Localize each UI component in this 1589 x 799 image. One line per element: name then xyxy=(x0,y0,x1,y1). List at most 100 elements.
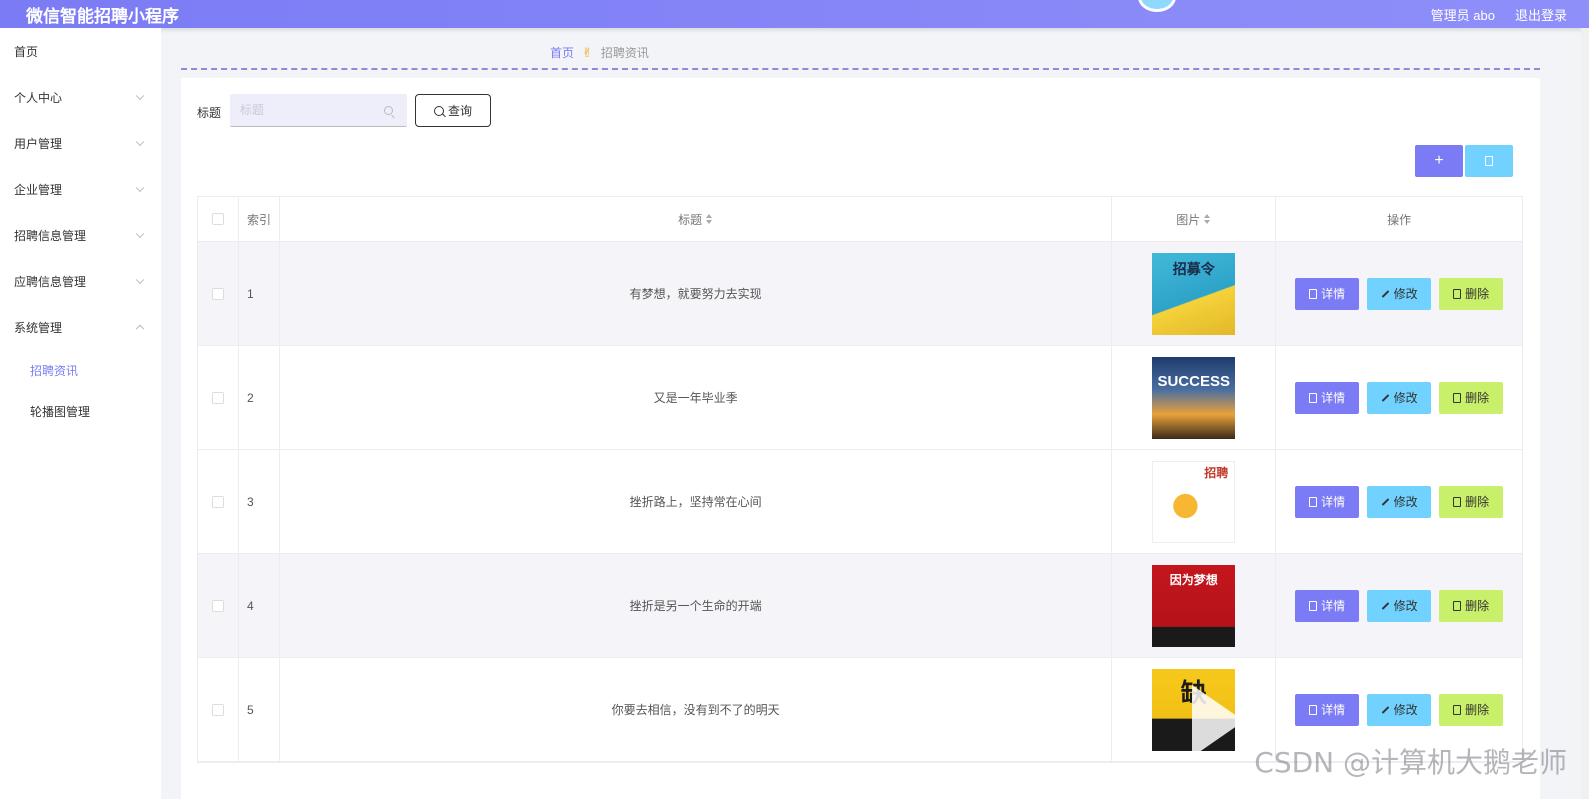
delete-button[interactable]: 删除 xyxy=(1439,277,1504,310)
main-area: 首页 ✌ 招聘资讯 标题 查询 + 索引 标题 图片 操作 xyxy=(181,28,1540,799)
row-title: 你要去相信，没有到不了的明天 xyxy=(611,703,780,717)
news-table: 索引 标题 图片 操作 1 有梦想，就要努力去实现 招募令 详情 修改 删除 2… xyxy=(197,196,1523,763)
trash-icon xyxy=(1453,496,1462,507)
table-row: 1 有梦想，就要努力去实现 招募令 详情 修改 删除 xyxy=(198,242,1522,346)
edit-label: 修改 xyxy=(1393,495,1418,509)
row-thumbnail[interactable]: 因为梦想 xyxy=(1152,564,1236,647)
search-icon xyxy=(433,105,444,116)
thumbnail-caption: SUCCESS xyxy=(1157,372,1230,390)
row-thumbnail[interactable]: SUCCESS xyxy=(1152,356,1236,439)
sidebar-item-job-info[interactable]: 招聘信息管理 xyxy=(0,212,161,258)
sidebar-item-users[interactable]: 用户管理 xyxy=(0,120,161,166)
table-row: 3 挫折路上，坚持常在心间 招聘 详情 修改 删除 xyxy=(198,450,1522,554)
detail-label: 详情 xyxy=(1321,287,1346,301)
chevron-down-icon xyxy=(135,275,145,285)
edit-label: 修改 xyxy=(1393,391,1418,405)
sidebar-item-label: 应聘信息管理 xyxy=(14,274,87,289)
edit-button[interactable]: 修改 xyxy=(1367,485,1432,518)
edit-button[interactable]: 修改 xyxy=(1367,381,1432,414)
sidebar-item-applications[interactable]: 应聘信息管理 xyxy=(0,258,161,304)
sidebar-item-profile[interactable]: 个人中心 xyxy=(0,74,161,120)
trash-icon xyxy=(1453,288,1462,299)
edit-label: 修改 xyxy=(1393,703,1418,717)
delete-button[interactable]: 删除 xyxy=(1439,485,1504,518)
hand-icon: ✌ xyxy=(582,44,593,60)
query-button-label: 查询 xyxy=(447,104,472,118)
detail-button[interactable]: 详情 xyxy=(1295,381,1360,414)
delete-button[interactable]: 删除 xyxy=(1439,589,1504,622)
edit-button[interactable]: 修改 xyxy=(1367,277,1432,310)
edit-button[interactable]: 修改 xyxy=(1367,693,1432,726)
row-index: 4 xyxy=(246,598,254,613)
row-thumbnail[interactable]: 招募令 xyxy=(1152,252,1236,335)
row-checkbox[interactable] xyxy=(211,287,224,300)
plus-icon: + xyxy=(1434,152,1444,169)
row-title: 挫折路上，坚持常在心间 xyxy=(629,495,762,509)
top-header: 微信智能招聘小程序 管理员 abo 退出登录 xyxy=(0,0,1589,28)
edit-button[interactable]: 修改 xyxy=(1367,589,1432,622)
edit-label: 修改 xyxy=(1393,287,1418,301)
pen-icon xyxy=(1381,289,1389,298)
app-title: 微信智能招聘小程序 xyxy=(26,6,179,26)
header-title[interactable]: 标题 xyxy=(678,211,702,228)
add-button[interactable]: + xyxy=(1415,145,1463,177)
scrollbar[interactable] xyxy=(1581,28,1589,799)
detail-button[interactable]: 详情 xyxy=(1295,485,1360,518)
delete-label: 删除 xyxy=(1465,391,1490,405)
breadcrumb: 首页 ✌ 招聘资讯 xyxy=(550,44,649,61)
sidebar-subitem-carousel[interactable]: 轮播图管理 xyxy=(0,391,161,432)
row-checkbox[interactable] xyxy=(211,391,224,404)
chevron-down-icon xyxy=(135,91,145,101)
row-checkbox[interactable] xyxy=(211,703,224,716)
logout-link[interactable]: 退出登录 xyxy=(1515,5,1567,24)
search-input[interactable] xyxy=(240,103,380,117)
header-picture[interactable]: 图片 xyxy=(1176,211,1200,228)
sidebar-item-home[interactable]: 首页 xyxy=(0,28,161,74)
search-label: 标题 xyxy=(197,106,222,120)
row-index: 5 xyxy=(246,702,254,717)
delete-label: 删除 xyxy=(1465,287,1490,301)
trash-icon xyxy=(1453,392,1462,403)
sidebar-subitem-label: 轮播图管理 xyxy=(30,405,91,419)
pen-icon xyxy=(1381,601,1389,610)
detail-label: 详情 xyxy=(1321,391,1346,405)
row-title: 又是一年毕业季 xyxy=(653,391,738,405)
sort-icon[interactable] xyxy=(1204,214,1211,224)
delete-button[interactable]: 删除 xyxy=(1439,693,1504,726)
sidebar-item-label: 系统管理 xyxy=(14,320,63,335)
query-button[interactable]: 查询 xyxy=(415,94,491,127)
delete-button[interactable]: 删除 xyxy=(1439,381,1504,414)
admin-username: 管理员 abo xyxy=(1430,7,1495,23)
row-checkbox[interactable] xyxy=(211,495,224,508)
edit-label: 修改 xyxy=(1393,599,1418,613)
detail-button[interactable]: 详情 xyxy=(1295,693,1360,726)
detail-button[interactable]: 详情 xyxy=(1295,589,1360,622)
play-icon xyxy=(1192,685,1244,757)
pen-icon xyxy=(1381,705,1389,714)
breadcrumb-current: 招聘资讯 xyxy=(600,46,649,60)
thumbnail-caption: 因为梦想 xyxy=(1169,572,1218,587)
sidebar-item-label: 企业管理 xyxy=(14,182,63,197)
header-actions: 管理员 abo 退出登录 xyxy=(1431,5,1567,24)
detail-button[interactable]: 详情 xyxy=(1295,277,1360,310)
document-icon xyxy=(1309,288,1318,299)
sidebar-subitem-news[interactable]: 招聘资讯 xyxy=(0,350,161,391)
row-index: 3 xyxy=(246,494,254,509)
sort-icon[interactable] xyxy=(706,214,713,224)
row-index: 2 xyxy=(246,390,254,405)
row-thumbnail[interactable]: 招聘 xyxy=(1152,460,1236,543)
document-icon xyxy=(1309,600,1318,611)
row-checkbox[interactable] xyxy=(211,599,224,612)
chevron-down-icon xyxy=(135,229,145,239)
select-all-checkbox[interactable] xyxy=(211,213,224,225)
sidebar-item-companies[interactable]: 企业管理 xyxy=(0,166,161,212)
sidebar-item-label: 首页 xyxy=(14,44,39,59)
avatar[interactable] xyxy=(1138,0,1176,12)
pen-icon xyxy=(1381,497,1389,506)
table-row: 4 挫折是另一个生命的开端 因为梦想 详情 修改 删除 xyxy=(198,554,1522,658)
trash-icon xyxy=(1453,704,1462,715)
batch-delete-button[interactable] xyxy=(1465,145,1513,177)
document-icon xyxy=(1309,704,1318,715)
breadcrumb-home[interactable]: 首页 xyxy=(550,44,574,61)
sidebar-item-system[interactable]: 系统管理 xyxy=(0,304,161,350)
